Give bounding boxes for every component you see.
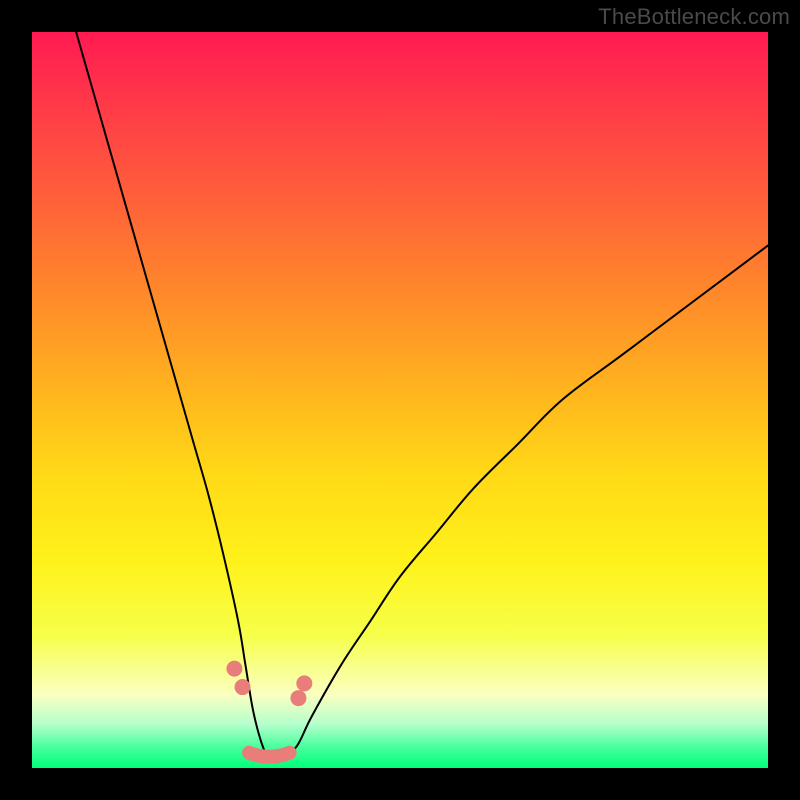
trough-dot bbox=[235, 679, 251, 695]
bottleneck-curve bbox=[76, 32, 768, 762]
curve-layer bbox=[32, 32, 768, 768]
trough-dot bbox=[290, 690, 306, 706]
trough-band bbox=[249, 753, 289, 757]
chart-frame: TheBottleneck.com bbox=[0, 0, 800, 800]
plot-area bbox=[32, 32, 768, 768]
trough-dot bbox=[296, 675, 312, 691]
trough-dot bbox=[226, 661, 242, 677]
watermark-text: TheBottleneck.com bbox=[598, 4, 790, 30]
